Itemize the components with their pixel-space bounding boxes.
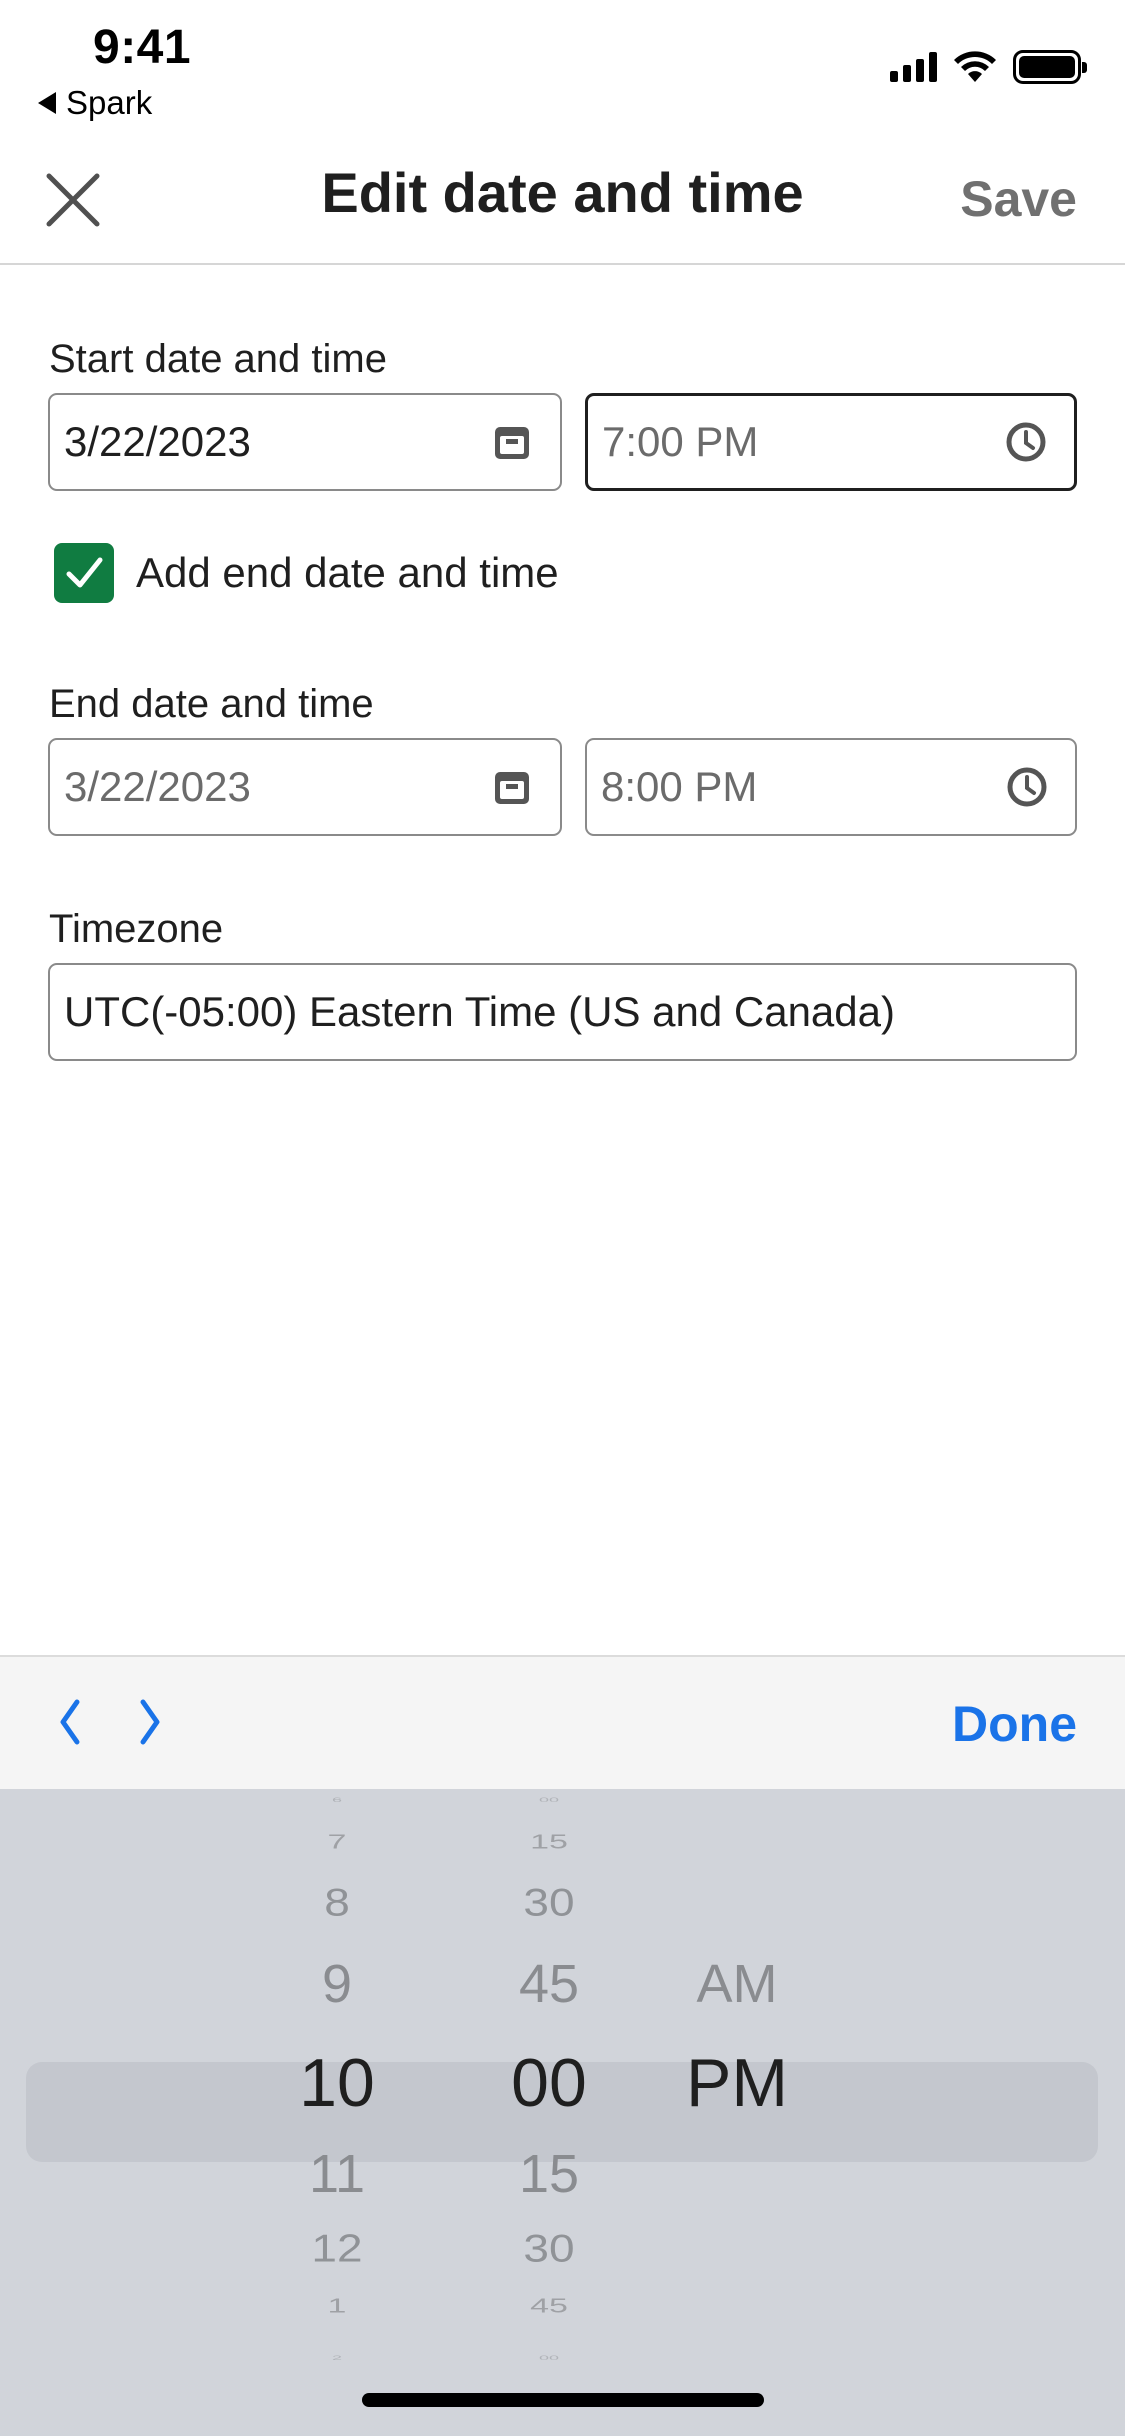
timezone-select[interactable]: UTC(-05:00) Eastern Time (US and Canada) <box>48 963 1077 1061</box>
hour-option[interactable]: 7 <box>262 1832 412 1852</box>
minute-option[interactable]: 15 <box>474 1832 624 1852</box>
period-option[interactable]: PM <box>662 2049 812 2117</box>
time-picker[interactable]: 6 7 8 9 10 11 12 1 2 00 15 30 45 00 15 30 45 00 AM PM <box>0 1789 1125 2436</box>
back-app-label: Spark <box>66 84 153 121</box>
end-date-toggle-label: Add end date and time <box>136 549 559 596</box>
hour-option[interactable]: 2 <box>262 2355 412 2361</box>
back-to-app-link[interactable]: Spark <box>38 84 152 122</box>
minute-option[interactable]: 00 <box>474 2355 624 2361</box>
status-time: 9:41 <box>93 21 192 74</box>
hour-wheel[interactable]: 6 7 8 9 10 11 12 1 2 <box>262 1789 412 2436</box>
back-triangle-icon <box>38 92 56 114</box>
start-time-placeholder: 7:00 PM <box>602 418 759 465</box>
keyboard-accessory-bar: Done <box>0 1655 1125 1789</box>
hour-option[interactable]: 6 <box>262 1797 412 1803</box>
next-field-button[interactable] <box>120 1692 180 1752</box>
minute-option[interactable]: 45 <box>474 2296 624 2316</box>
clock-icon <box>1004 420 1048 464</box>
previous-field-button[interactable] <box>40 1692 100 1752</box>
start-date-field[interactable]: 3/22/2023 <box>48 393 562 491</box>
minute-option[interactable]: 45 <box>474 1957 624 2011</box>
end-date-value: 3/22/2023 <box>64 763 251 810</box>
status-icons <box>890 50 1087 84</box>
checkbox-checked-icon[interactable] <box>54 543 114 603</box>
minute-option[interactable]: 00 <box>474 2049 624 2117</box>
hour-option[interactable]: 11 <box>262 2147 412 2201</box>
minute-option[interactable]: 30 <box>474 1882 624 1921</box>
clock-icon <box>1005 765 1049 809</box>
start-time-field[interactable]: 7:00 PM <box>585 393 1077 491</box>
hour-option[interactable]: 10 <box>262 2049 412 2117</box>
end-label: End date and time <box>49 682 374 726</box>
timezone-value: UTC(-05:00) Eastern Time (US and Canada) <box>64 988 895 1035</box>
calendar-icon <box>490 420 534 464</box>
minute-option[interactable]: 00 <box>474 1797 624 1803</box>
header: Edit date and time Save <box>0 130 1125 265</box>
hour-option[interactable]: 1 <box>262 2296 412 2316</box>
minute-option[interactable]: 30 <box>474 2228 624 2267</box>
status-bar: 9:41 Spark <box>0 0 1125 130</box>
timezone-label: Timezone <box>49 907 224 951</box>
end-time-value: 8:00 PM <box>601 763 758 810</box>
page-title: Edit date and time <box>321 161 804 224</box>
save-button[interactable]: Save <box>960 170 1077 228</box>
start-date-value: 3/22/2023 <box>64 418 251 465</box>
period-wheel[interactable]: AM PM <box>662 1789 812 2436</box>
end-date-toggle[interactable]: Add end date and time <box>54 543 559 603</box>
period-option[interactable]: AM <box>662 1957 812 2011</box>
done-button[interactable]: Done <box>952 1695 1077 1753</box>
hour-option[interactable]: 9 <box>262 1957 412 2011</box>
hour-option[interactable]: 8 <box>262 1882 412 1921</box>
calendar-icon <box>490 765 534 809</box>
hour-option[interactable]: 12 <box>262 2228 412 2267</box>
minute-option[interactable]: 15 <box>474 2147 624 2201</box>
battery-icon <box>1013 50 1087 84</box>
signal-icon <box>890 52 937 82</box>
wifi-icon <box>954 51 996 82</box>
chevron-right-icon <box>140 1699 160 1745</box>
chevron-left-icon <box>60 1699 80 1745</box>
start-label: Start date and time <box>49 337 387 381</box>
minute-wheel[interactable]: 00 15 30 45 00 15 30 45 00 <box>474 1789 624 2436</box>
end-time-field[interactable]: 8:00 PM <box>585 738 1077 836</box>
home-indicator <box>362 2393 764 2407</box>
end-date-field[interactable]: 3/22/2023 <box>48 738 562 836</box>
